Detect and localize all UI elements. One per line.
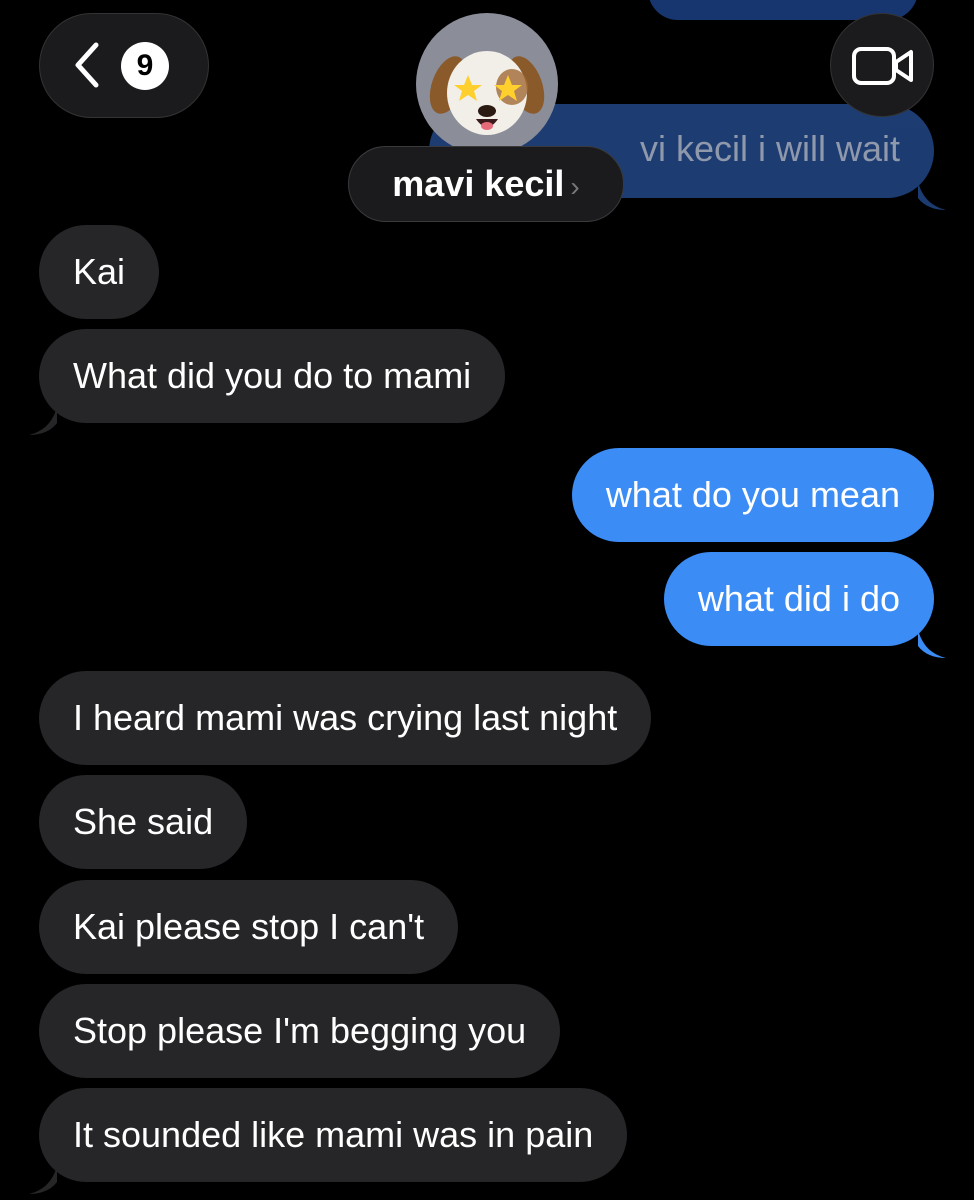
bubble-tail	[29, 1166, 57, 1194]
bubble-tail	[918, 630, 946, 658]
message-text: What did you do to mami	[73, 355, 472, 396]
outgoing-message[interactable]: what did i do	[663, 552, 946, 658]
video-camera-icon	[852, 47, 913, 85]
message-text: Kai	[73, 251, 126, 292]
contact-avatar[interactable]	[416, 13, 558, 155]
contact-name: mavi kecil	[392, 163, 565, 204]
message-text: I heard mami was crying last night	[73, 697, 618, 738]
incoming-message[interactable]: Stop please I'm begging you	[39, 984, 561, 1078]
bubble-tail	[918, 182, 946, 210]
outgoing-message[interactable]: what do you mean	[571, 448, 934, 542]
message-text: what do you mean	[605, 474, 900, 515]
faded-message-text: vi kecil i will wait	[639, 128, 900, 169]
incoming-message[interactable]: It sounded like mami was in pain	[29, 1088, 628, 1194]
message-text: Stop please I'm begging you	[73, 1010, 527, 1051]
incoming-message[interactable]: She said	[39, 775, 248, 869]
unread-count-badge: 9	[121, 42, 169, 90]
chevron-left-icon	[75, 42, 99, 88]
bubble-tail	[29, 407, 57, 435]
back-button[interactable]: 9	[39, 13, 209, 118]
message-text: what did i do	[697, 578, 900, 619]
message-text: It sounded like mami was in pain	[73, 1114, 594, 1155]
incoming-message[interactable]: Kai please stop I can't	[39, 880, 459, 974]
contact-name-button[interactable]: mavi kecil ›	[348, 146, 624, 222]
message-text: She said	[73, 801, 214, 842]
message-text: Kai please stop I can't	[73, 906, 425, 947]
chevron-right-icon: ›	[570, 171, 580, 202]
facetime-video-button[interactable]	[830, 13, 934, 117]
puppy-memoji-icon	[429, 51, 545, 135]
incoming-message[interactable]: Kai	[39, 225, 160, 319]
incoming-message[interactable]: I heard mami was crying last night	[39, 671, 652, 765]
incoming-message[interactable]: What did you do to mami	[29, 329, 506, 435]
